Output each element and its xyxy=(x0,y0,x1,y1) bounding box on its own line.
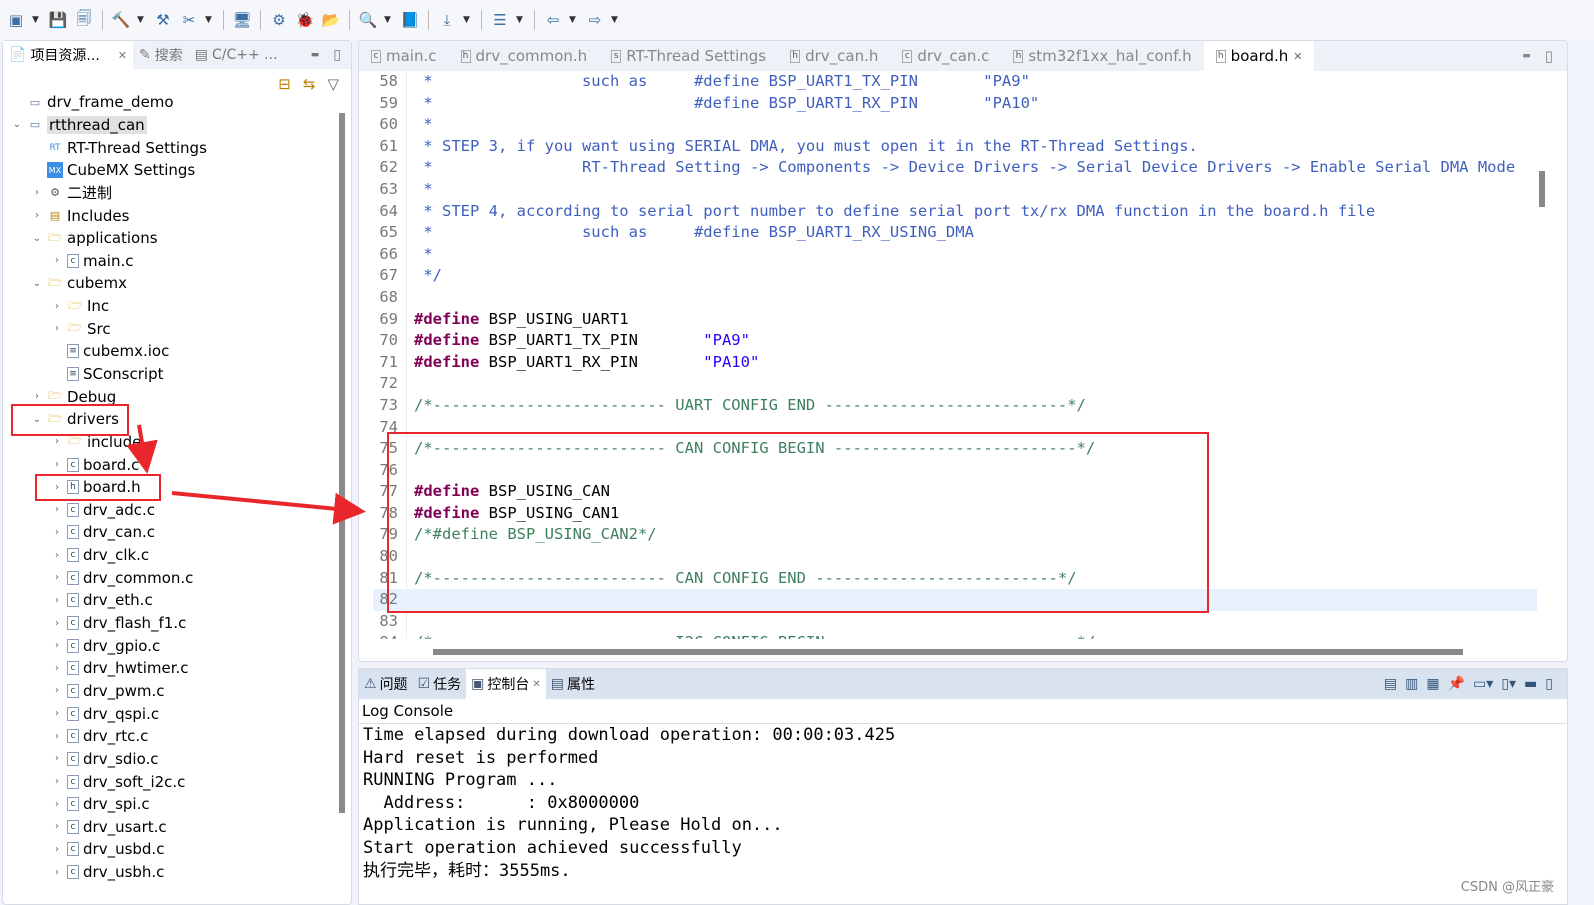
arrow-right xyxy=(171,491,366,525)
highlight-box-can-config xyxy=(387,432,1209,613)
arrow-down xyxy=(126,424,158,474)
annotation-overlay xyxy=(11,404,1209,613)
highlight-box-board-h xyxy=(35,474,161,501)
highlight-box-drivers xyxy=(11,404,129,436)
